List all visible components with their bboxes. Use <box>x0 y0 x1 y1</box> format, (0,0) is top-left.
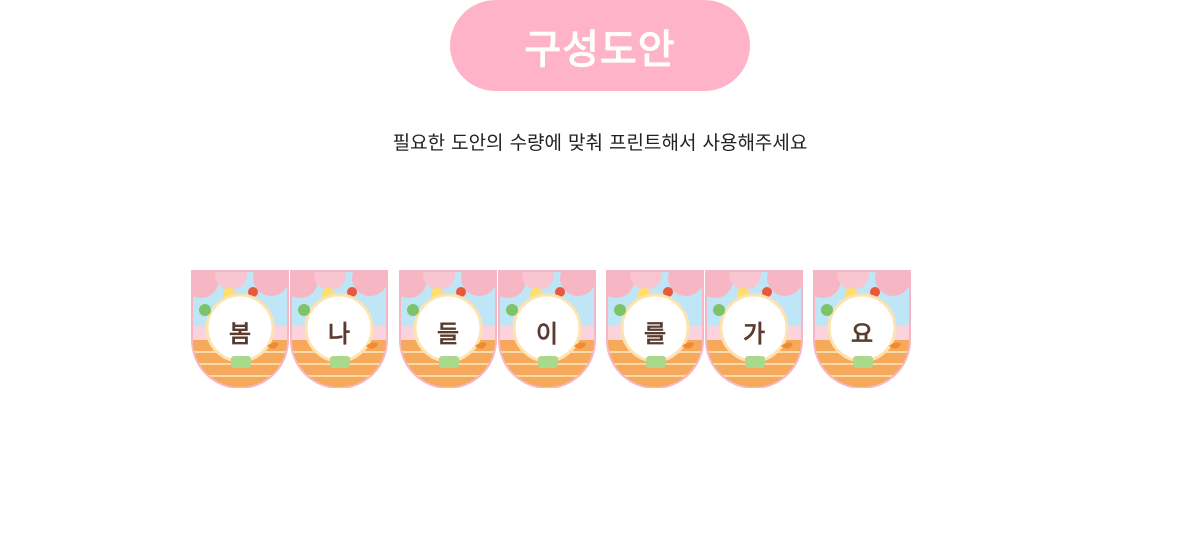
banner-flag: 가 <box>705 270 803 388</box>
flag-letter: 이 <box>535 320 559 348</box>
title-pill: 구성도안 <box>450 0 750 91</box>
banner-flag: 봄 <box>191 270 289 388</box>
banner-flag: 들 <box>399 270 497 388</box>
bunting-banner: 봄 나 들 이 를 가 요 <box>0 270 1200 390</box>
banner-flag: 요 <box>813 270 911 388</box>
banner-flag: 나 <box>290 270 388 388</box>
flag-letter: 봄 <box>228 320 252 348</box>
banner-flag: 이 <box>498 270 596 388</box>
page-title: 구성도안 <box>524 26 676 73</box>
flag-letter: 가 <box>742 320 766 348</box>
banner-flag: 를 <box>606 270 704 388</box>
flag-letter: 나 <box>327 320 351 348</box>
flag-letter: 를 <box>643 320 667 348</box>
page-subtitle: 필요한 도안의 수량에 맞춰 프린트해서 사용해주세요 <box>392 132 808 154</box>
flag-letter: 요 <box>850 320 874 348</box>
flag-letter: 들 <box>436 320 460 348</box>
